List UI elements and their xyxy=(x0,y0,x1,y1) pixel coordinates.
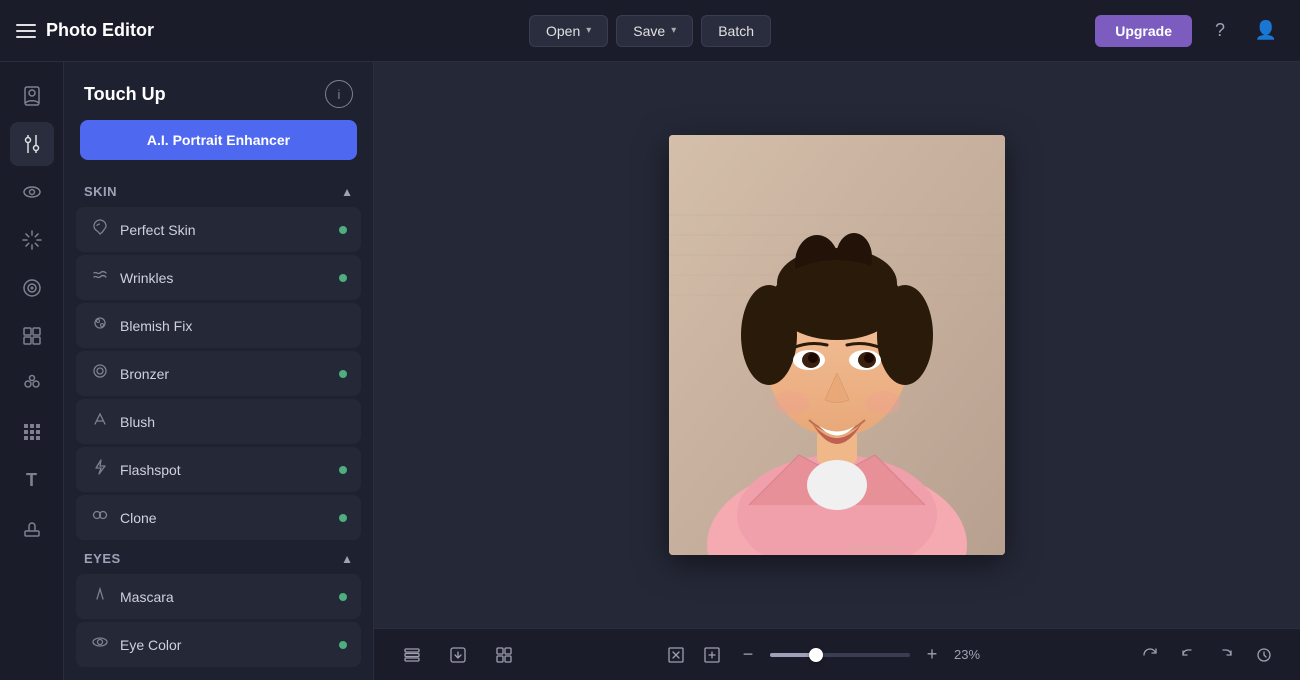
canvas-viewport[interactable]: © photographer xyxy=(374,62,1300,628)
tool-panel-scroll[interactable]: Skin ▲ Perfect Skin Wrinkles xyxy=(64,176,373,680)
tool-item-mascara[interactable]: Mascara xyxy=(76,574,361,619)
bottom-right-history xyxy=(1134,639,1280,671)
eye-color-label: Eye Color xyxy=(120,637,181,653)
layers-icon[interactable] xyxy=(394,637,430,673)
tool-panel-header: Touch Up i xyxy=(64,62,373,120)
svg-text:© photographer: © photographer xyxy=(849,543,900,552)
history-icon[interactable] xyxy=(1248,639,1280,671)
fit-screen-icon[interactable] xyxy=(662,641,690,669)
skin-section-title: Skin xyxy=(84,184,117,199)
clone-icon xyxy=(90,506,110,529)
tool-panel: Touch Up i A.I. Portrait Enhancer Skin ▲… xyxy=(64,62,374,680)
zoom-slider[interactable] xyxy=(770,653,910,657)
app-title: Photo Editor xyxy=(46,20,154,41)
mascara-label: Mascara xyxy=(120,589,174,605)
wrinkles-label: Wrinkles xyxy=(120,270,173,286)
bottom-center-zoom: − + 23% xyxy=(534,641,1122,669)
ai-portrait-button[interactable]: A.I. Portrait Enhancer xyxy=(80,120,357,160)
tool-item-eye-color[interactable]: Eye Color xyxy=(76,622,361,667)
clone-dot xyxy=(339,514,347,522)
grid-view-icon[interactable] xyxy=(486,637,522,673)
redo-button[interactable] xyxy=(1210,639,1242,671)
sidebar-item-text[interactable]: T xyxy=(10,458,54,502)
perfect-skin-dot xyxy=(339,226,347,234)
eyes-section-header[interactable]: Eyes ▲ xyxy=(76,543,361,574)
canvas-area: © photographer xyxy=(374,62,1300,680)
tool-panel-title: Touch Up xyxy=(84,84,166,105)
main-area: T Touch Up i A.I. Portrait Enhancer Skin… xyxy=(0,62,1300,680)
topbar: Photo Editor Open ▾ Save ▾ Batch Upgrade… xyxy=(0,0,1300,62)
zoom-slider-fill xyxy=(770,653,812,657)
tool-item-flashspot[interactable]: Flashspot xyxy=(76,447,361,492)
sidebar-item-adjustments[interactable] xyxy=(10,122,54,166)
tool-item-bronzer[interactable]: Bronzer xyxy=(76,351,361,396)
tool-item-wrinkles[interactable]: Wrinkles xyxy=(76,255,361,300)
bottom-left-tools xyxy=(394,637,522,673)
open-chevron-icon: ▾ xyxy=(586,25,591,36)
undo-button[interactable] xyxy=(1172,639,1204,671)
sidebar-item-grid[interactable] xyxy=(10,314,54,358)
topbar-center: Open ▾ Save ▾ Batch xyxy=(529,15,771,47)
blemish-fix-icon xyxy=(90,314,110,337)
eye-color-dot xyxy=(339,641,347,649)
blush-label: Blush xyxy=(120,414,155,430)
help-icon[interactable]: ? xyxy=(1202,13,1238,49)
skin-section-header[interactable]: Skin ▲ xyxy=(76,176,361,207)
batch-button[interactable]: Batch xyxy=(701,15,771,47)
blush-icon xyxy=(90,410,110,433)
sidebar-item-portrait[interactable] xyxy=(10,74,54,118)
mascara-dot xyxy=(339,593,347,601)
portrait-image: © photographer xyxy=(669,135,1005,555)
upgrade-button[interactable]: Upgrade xyxy=(1095,15,1192,47)
tool-item-blemish-fix[interactable]: Blemish Fix xyxy=(76,303,361,348)
refresh-icon[interactable] xyxy=(1134,639,1166,671)
sidebar-item-target[interactable] xyxy=(10,266,54,310)
bronzer-dot xyxy=(339,370,347,378)
eyes-section-title: Eyes xyxy=(84,551,121,566)
topbar-left: Photo Editor xyxy=(16,20,517,41)
sidebar-item-group[interactable] xyxy=(10,362,54,406)
zoom-controls: − + 23% xyxy=(662,641,994,669)
sidebar-item-stamp[interactable] xyxy=(10,506,54,550)
wrinkles-icon xyxy=(90,266,110,289)
save-button[interactable]: Save ▾ xyxy=(616,15,693,47)
zoom-in-button[interactable]: + xyxy=(918,641,946,669)
export-icon[interactable] xyxy=(440,637,476,673)
zoom-level: 23% xyxy=(954,647,994,662)
info-icon[interactable]: i xyxy=(325,80,353,108)
eye-color-icon xyxy=(90,633,110,656)
perfect-skin-label: Perfect Skin xyxy=(120,222,195,238)
bronzer-icon xyxy=(90,362,110,385)
zoom-slider-thumb[interactable] xyxy=(809,648,823,662)
clone-label: Clone xyxy=(120,510,157,526)
icon-sidebar: T xyxy=(0,62,64,680)
tool-item-perfect-skin[interactable]: Perfect Skin xyxy=(76,207,361,252)
open-button[interactable]: Open ▾ xyxy=(529,15,608,47)
save-chevron-icon: ▾ xyxy=(671,25,676,36)
bronzer-label: Bronzer xyxy=(120,366,169,382)
skin-chevron-icon: ▲ xyxy=(341,185,353,199)
wrinkles-dot xyxy=(339,274,347,282)
photo-container: © photographer xyxy=(669,135,1005,555)
bottom-bar: − + 23% xyxy=(374,628,1300,680)
tool-item-blush[interactable]: Blush xyxy=(76,399,361,444)
flashspot-icon xyxy=(90,458,110,481)
profile-icon[interactable]: 👤 xyxy=(1248,13,1284,49)
tool-item-clone[interactable]: Clone xyxy=(76,495,361,540)
flashspot-dot xyxy=(339,466,347,474)
mascara-icon xyxy=(90,585,110,608)
perfect-skin-icon xyxy=(90,218,110,241)
blemish-fix-label: Blemish Fix xyxy=(120,318,192,334)
zoom-out-button[interactable]: − xyxy=(734,641,762,669)
sidebar-item-eye[interactable] xyxy=(10,170,54,214)
menu-icon[interactable] xyxy=(16,24,36,38)
sidebar-item-sparkle[interactable] xyxy=(10,218,54,262)
eyes-chevron-icon: ▲ xyxy=(341,552,353,566)
topbar-right: Upgrade ? 👤 xyxy=(783,13,1284,49)
sidebar-item-mosaic[interactable] xyxy=(10,410,54,454)
flashspot-label: Flashspot xyxy=(120,462,181,478)
zoom-fit-icon[interactable] xyxy=(698,641,726,669)
